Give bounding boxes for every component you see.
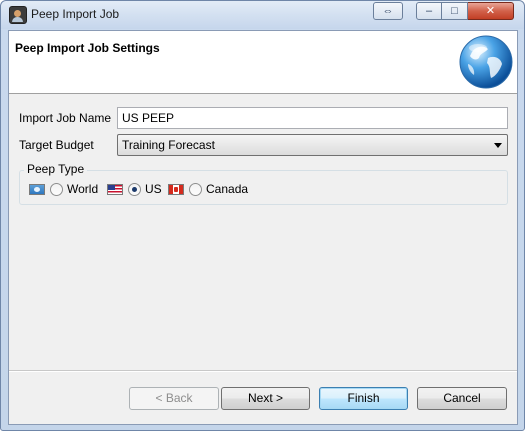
job-name-input[interactable]: US PEEP bbox=[117, 107, 508, 129]
budget-select[interactable]: Training Forecast bbox=[117, 134, 508, 156]
next-button[interactable]: Next > bbox=[221, 387, 310, 410]
us-flag-icon bbox=[107, 183, 123, 195]
dialog-window: Peep Import Job ⇔ – □ ✕ Peep Import Job … bbox=[0, 0, 525, 431]
budget-select-value: Training Forecast bbox=[122, 138, 215, 152]
back-button[interactable]: < Back bbox=[129, 387, 219, 410]
radio-option-world[interactable]: World bbox=[29, 181, 98, 197]
globe-icon bbox=[459, 35, 513, 89]
world-flag-icon bbox=[29, 183, 45, 195]
title-bar[interactable]: Peep Import Job ⇔ – □ ✕ bbox=[1, 1, 524, 29]
radio-option-canada[interactable]: Canada bbox=[168, 181, 248, 197]
canada-flag-icon bbox=[168, 183, 184, 195]
wizard-body: Import Job Name US PEEP Target Budget Tr… bbox=[9, 94, 517, 424]
radio-label-us[interactable]: US bbox=[145, 182, 162, 196]
dialog-client-area: Peep Import Job Settings Import Job Name bbox=[8, 30, 518, 425]
close-button[interactable]: ✕ bbox=[468, 2, 514, 20]
budget-label: Target Budget bbox=[19, 138, 94, 152]
page-title: Peep Import Job Settings bbox=[15, 41, 160, 55]
button-separator bbox=[9, 370, 517, 372]
finish-button[interactable]: Finish bbox=[319, 387, 408, 410]
radio-label-world[interactable]: World bbox=[67, 182, 98, 196]
radio-label-canada[interactable]: Canada bbox=[206, 182, 248, 196]
radio-option-us[interactable]: US bbox=[107, 181, 162, 197]
maximize-button[interactable]: □ bbox=[442, 2, 468, 20]
job-name-label: Import Job Name bbox=[19, 111, 112, 125]
cancel-button[interactable]: Cancel bbox=[417, 387, 507, 410]
restore-icon[interactable]: ⇔ bbox=[373, 2, 403, 20]
app-icon bbox=[9, 6, 27, 24]
dropdown-arrow-icon[interactable] bbox=[494, 143, 502, 148]
radio-world[interactable] bbox=[50, 182, 63, 196]
radio-us[interactable] bbox=[128, 182, 141, 196]
radio-canada[interactable] bbox=[189, 182, 202, 196]
wizard-header: Peep Import Job Settings bbox=[9, 31, 517, 94]
window-title: Peep Import Job bbox=[31, 7, 120, 21]
minimize-button[interactable]: – bbox=[416, 2, 442, 20]
peep-type-legend: Peep Type bbox=[24, 162, 88, 176]
